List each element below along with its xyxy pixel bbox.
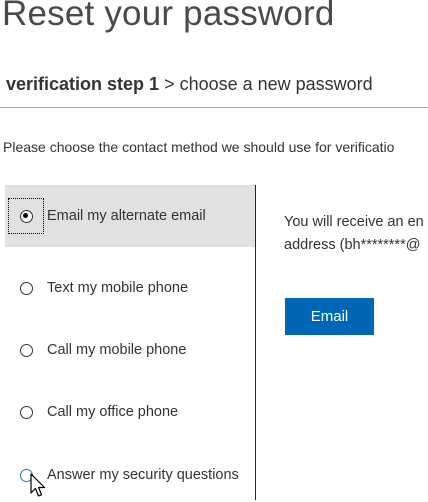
radio-wrap: [8, 332, 44, 368]
radio-wrap: [8, 270, 44, 306]
instructions-text: Please choose the contact method we shou…: [3, 139, 395, 155]
radio-button-selected-icon[interactable]: [19, 209, 33, 223]
option-label: Email my alternate email: [47, 208, 206, 224]
radio-button-icon[interactable]: [19, 405, 33, 419]
mouse-pointer-icon: [30, 473, 46, 497]
radio-button-icon[interactable]: [19, 343, 33, 357]
header-divider: [0, 107, 428, 108]
option-call-office[interactable]: Call my office phone: [5, 381, 255, 443]
panel-divider: [255, 185, 256, 500]
breadcrumb-current-step: verification step 1: [6, 74, 160, 94]
option-label: Text my mobile phone: [47, 280, 189, 296]
option-text-mobile[interactable]: Text my mobile phone: [5, 257, 255, 319]
detail-line-1: You will receive an en: [284, 214, 424, 230]
option-label: Call my mobile phone: [47, 342, 187, 358]
option-email-alternate[interactable]: Email my alternate email: [5, 185, 255, 247]
breadcrumb-next-step: choose a new password: [179, 74, 373, 94]
option-label: Answer my security questions: [47, 467, 239, 483]
contact-method-list: Email my alternate email Text my mobile …: [5, 185, 255, 500]
detail-line-2: address (bh********@: [284, 237, 421, 253]
page-title: Reset your password: [2, 0, 335, 33]
radio-wrap: [8, 394, 44, 430]
email-button[interactable]: Email: [285, 298, 374, 335]
radio-focus-box: [8, 198, 44, 234]
breadcrumb: verification step 1 > choose a new passw…: [6, 74, 373, 95]
option-label: Call my office phone: [47, 404, 179, 420]
radio-button-icon[interactable]: [19, 281, 33, 295]
password-reset-page: Reset your password verification step 1 …: [0, 0, 428, 502]
breadcrumb-separator: >: [159, 74, 180, 94]
option-call-mobile[interactable]: Call my mobile phone: [5, 319, 255, 381]
method-detail-text: You will receive an en address (bh******…: [284, 211, 424, 257]
